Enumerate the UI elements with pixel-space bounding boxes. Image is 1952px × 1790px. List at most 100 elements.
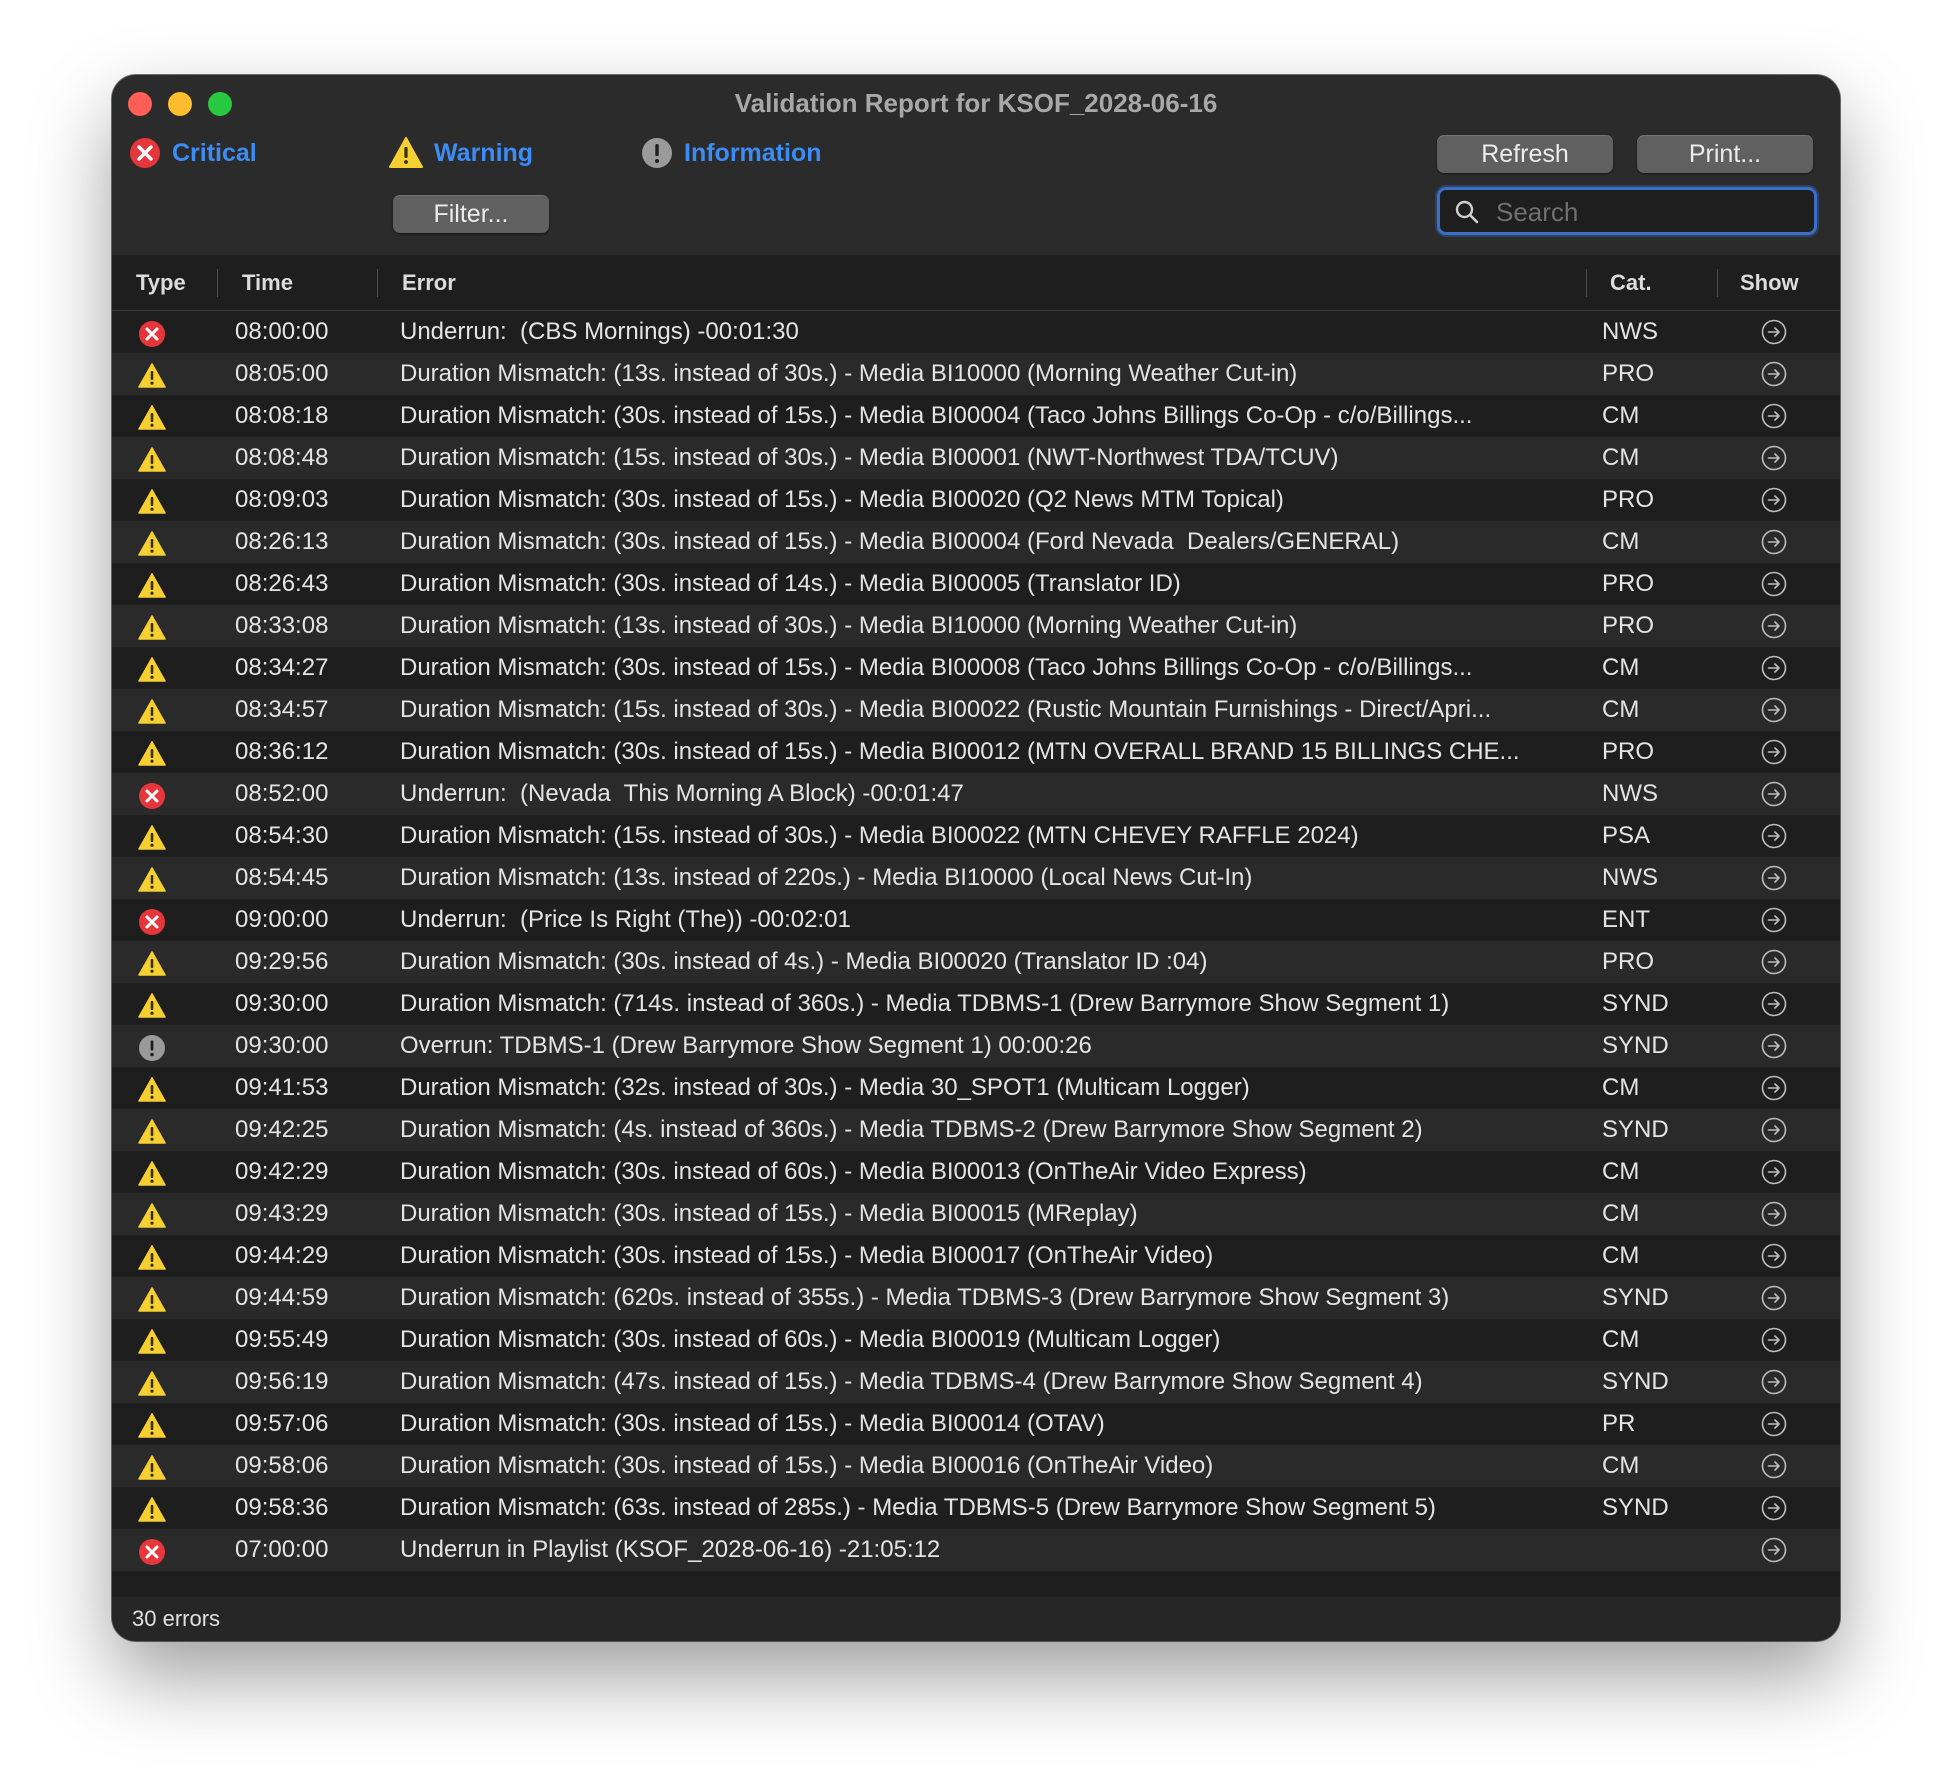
search-input[interactable]	[1494, 193, 1798, 231]
table-row[interactable]: 09:44:29 Duration Mismatch: (30s. instead…	[112, 1235, 1840, 1277]
table-row[interactable]: 08:54:30 Duration Mismatch: (15s. instead…	[112, 815, 1840, 857]
table-row[interactable]: 09:29:56 Duration Mismatch: (30s. instead…	[112, 941, 1840, 983]
information-icon	[138, 1034, 166, 1062]
show-arrow-icon[interactable]	[1761, 1075, 1787, 1101]
warning-icon	[138, 488, 166, 516]
show-arrow-icon[interactable]	[1761, 907, 1787, 933]
filter-warning[interactable]: Warning	[388, 135, 533, 171]
search-field[interactable]	[1437, 187, 1817, 235]
table-row[interactable]: 08:09:03 Duration Mismatch: (30s. instead…	[112, 479, 1840, 521]
table-row[interactable]: 09:58:06 Duration Mismatch: (30s. instead…	[112, 1445, 1840, 1487]
filter-warning-label: Warning	[434, 138, 534, 167]
table-row[interactable]: 08:05:00 Duration Mismatch: (13s. instead…	[112, 353, 1840, 395]
show-arrow-icon[interactable]	[1761, 1159, 1787, 1185]
table-row[interactable]: 09:55:49 Duration Mismatch: (30s. instead…	[112, 1319, 1840, 1361]
show-arrow-icon[interactable]	[1761, 1117, 1787, 1143]
warning-icon	[138, 1454, 166, 1482]
show-arrow-icon[interactable]	[1761, 1327, 1787, 1353]
show-arrow-icon[interactable]	[1761, 613, 1787, 639]
filter-critical[interactable]: Critical	[128, 135, 257, 171]
table-row[interactable]: 09:42:25 Duration Mismatch: (4s. instead …	[112, 1109, 1840, 1151]
table-row[interactable]: 09:43:29 Duration Mismatch: (30s. instead…	[112, 1193, 1840, 1235]
table-row[interactable]: 08:34:27 Duration Mismatch: (30s. instead…	[112, 647, 1840, 689]
row-category: PR	[1602, 1410, 1636, 1437]
show-arrow-icon[interactable]	[1761, 571, 1787, 597]
column-divider[interactable]	[377, 269, 378, 297]
warning-icon	[138, 1202, 166, 1230]
show-arrow-icon[interactable]	[1761, 1201, 1787, 1227]
table-row[interactable]: 08:08:48 Duration Mismatch: (15s. instead…	[112, 437, 1840, 479]
table-row[interactable]: 08:52:00 Underrun: (Nevada This Morning A…	[112, 773, 1840, 815]
warning-icon	[138, 866, 166, 894]
show-arrow-icon[interactable]	[1761, 319, 1787, 345]
show-arrow-icon[interactable]	[1761, 697, 1787, 723]
warning-icon	[138, 446, 166, 474]
print-button[interactable]: Print...	[1637, 135, 1813, 173]
row-error: Duration Mismatch: (30s. instead of 15s.…	[400, 654, 1473, 681]
table-row[interactable]: 09:00:00 Underrun: (Price Is Right (The))…	[112, 899, 1840, 941]
table-row[interactable]: 09:42:29 Duration Mismatch: (30s. instead…	[112, 1151, 1840, 1193]
row-error: Duration Mismatch: (15s. instead of 30s.…	[400, 444, 1339, 471]
table-row[interactable]: 08:33:08 Duration Mismatch: (13s. instead…	[112, 605, 1840, 647]
show-arrow-icon[interactable]	[1761, 655, 1787, 681]
table-row[interactable]: 08:26:13 Duration Mismatch: (30s. instead…	[112, 521, 1840, 563]
show-arrow-icon[interactable]	[1761, 739, 1787, 765]
show-arrow-icon[interactable]	[1761, 781, 1787, 807]
row-category: CM	[1602, 1074, 1640, 1101]
table-row[interactable]: 07:00:00 Underrun in Playlist (KSOF_2028-…	[112, 1529, 1840, 1571]
search-icon	[1455, 200, 1479, 224]
filter-button[interactable]: Filter...	[393, 195, 549, 233]
table-row[interactable]: 09:44:59 Duration Mismatch: (620s. instea…	[112, 1277, 1840, 1319]
column-divider[interactable]	[1717, 269, 1718, 297]
table-row[interactable]: 09:30:00 Duration Mismatch: (714s. instea…	[112, 983, 1840, 1025]
column-divider[interactable]	[217, 269, 218, 297]
row-error: Duration Mismatch: (13s. instead of 30s.…	[400, 360, 1298, 387]
show-arrow-icon[interactable]	[1761, 1369, 1787, 1395]
table-row[interactable]: 09:56:19 Duration Mismatch: (47s. instead…	[112, 1361, 1840, 1403]
validation-report-window: Validation Report for KSOF_2028-06-16 Cr…	[112, 75, 1840, 1641]
show-arrow-icon[interactable]	[1761, 823, 1787, 849]
show-arrow-icon[interactable]	[1761, 403, 1787, 429]
refresh-button[interactable]: Refresh	[1437, 135, 1613, 173]
row-time: 08:34:57	[235, 696, 329, 723]
column-header-type[interactable]: Type	[136, 255, 186, 310]
table-row[interactable]: 08:34:57 Duration Mismatch: (15s. instead…	[112, 689, 1840, 731]
show-arrow-icon[interactable]	[1761, 361, 1787, 387]
row-error: Duration Mismatch: (30s. instead of 60s.…	[400, 1158, 1307, 1185]
column-header-show[interactable]: Show	[1740, 255, 1799, 310]
table-row[interactable]: 09:57:06 Duration Mismatch: (30s. instead…	[112, 1403, 1840, 1445]
table-row[interactable]: 09:58:36 Duration Mismatch: (63s. instead…	[112, 1487, 1840, 1529]
show-arrow-icon[interactable]	[1761, 1285, 1787, 1311]
show-arrow-icon[interactable]	[1761, 1243, 1787, 1269]
table-row[interactable]: 09:41:53 Duration Mismatch: (32s. instead…	[112, 1067, 1840, 1109]
show-arrow-icon[interactable]	[1761, 1453, 1787, 1479]
show-arrow-icon[interactable]	[1761, 949, 1787, 975]
row-time: 08:08:18	[235, 402, 329, 429]
filter-information[interactable]: Information	[640, 135, 822, 171]
column-divider[interactable]	[1586, 269, 1587, 297]
column-header-error[interactable]: Error	[402, 255, 456, 310]
row-category: PRO	[1602, 948, 1655, 975]
table-row[interactable]: 08:36:12 Duration Mismatch: (30s. instead…	[112, 731, 1840, 773]
row-time: 08:36:12	[235, 738, 329, 765]
warning-icon	[138, 572, 166, 600]
table-row[interactable]: 08:54:45 Duration Mismatch: (13s. instead…	[112, 857, 1840, 899]
table-row[interactable]: 08:00:00 Underrun: (CBS Mornings) -00:01:…	[112, 311, 1840, 353]
show-arrow-icon[interactable]	[1761, 445, 1787, 471]
warning-icon	[138, 404, 166, 432]
column-header-cat[interactable]: Cat.	[1610, 255, 1652, 310]
critical-icon	[130, 138, 160, 168]
column-header-time[interactable]: Time	[242, 255, 293, 310]
show-arrow-icon[interactable]	[1761, 1033, 1787, 1059]
show-arrow-icon[interactable]	[1761, 1537, 1787, 1563]
table-row[interactable]: 09:30:00 Overrun: TDBMS-1 (Drew Barrymore…	[112, 1025, 1840, 1067]
show-arrow-icon[interactable]	[1761, 865, 1787, 891]
table-row[interactable]: 08:08:18 Duration Mismatch: (30s. instead…	[112, 395, 1840, 437]
show-arrow-icon[interactable]	[1761, 487, 1787, 513]
table-row[interactable]: 08:26:43 Duration Mismatch: (30s. instead…	[112, 563, 1840, 605]
show-arrow-icon[interactable]	[1761, 529, 1787, 555]
show-arrow-icon[interactable]	[1761, 991, 1787, 1017]
show-arrow-icon[interactable]	[1761, 1495, 1787, 1521]
row-time: 08:26:43	[235, 570, 329, 597]
show-arrow-icon[interactable]	[1761, 1411, 1787, 1437]
